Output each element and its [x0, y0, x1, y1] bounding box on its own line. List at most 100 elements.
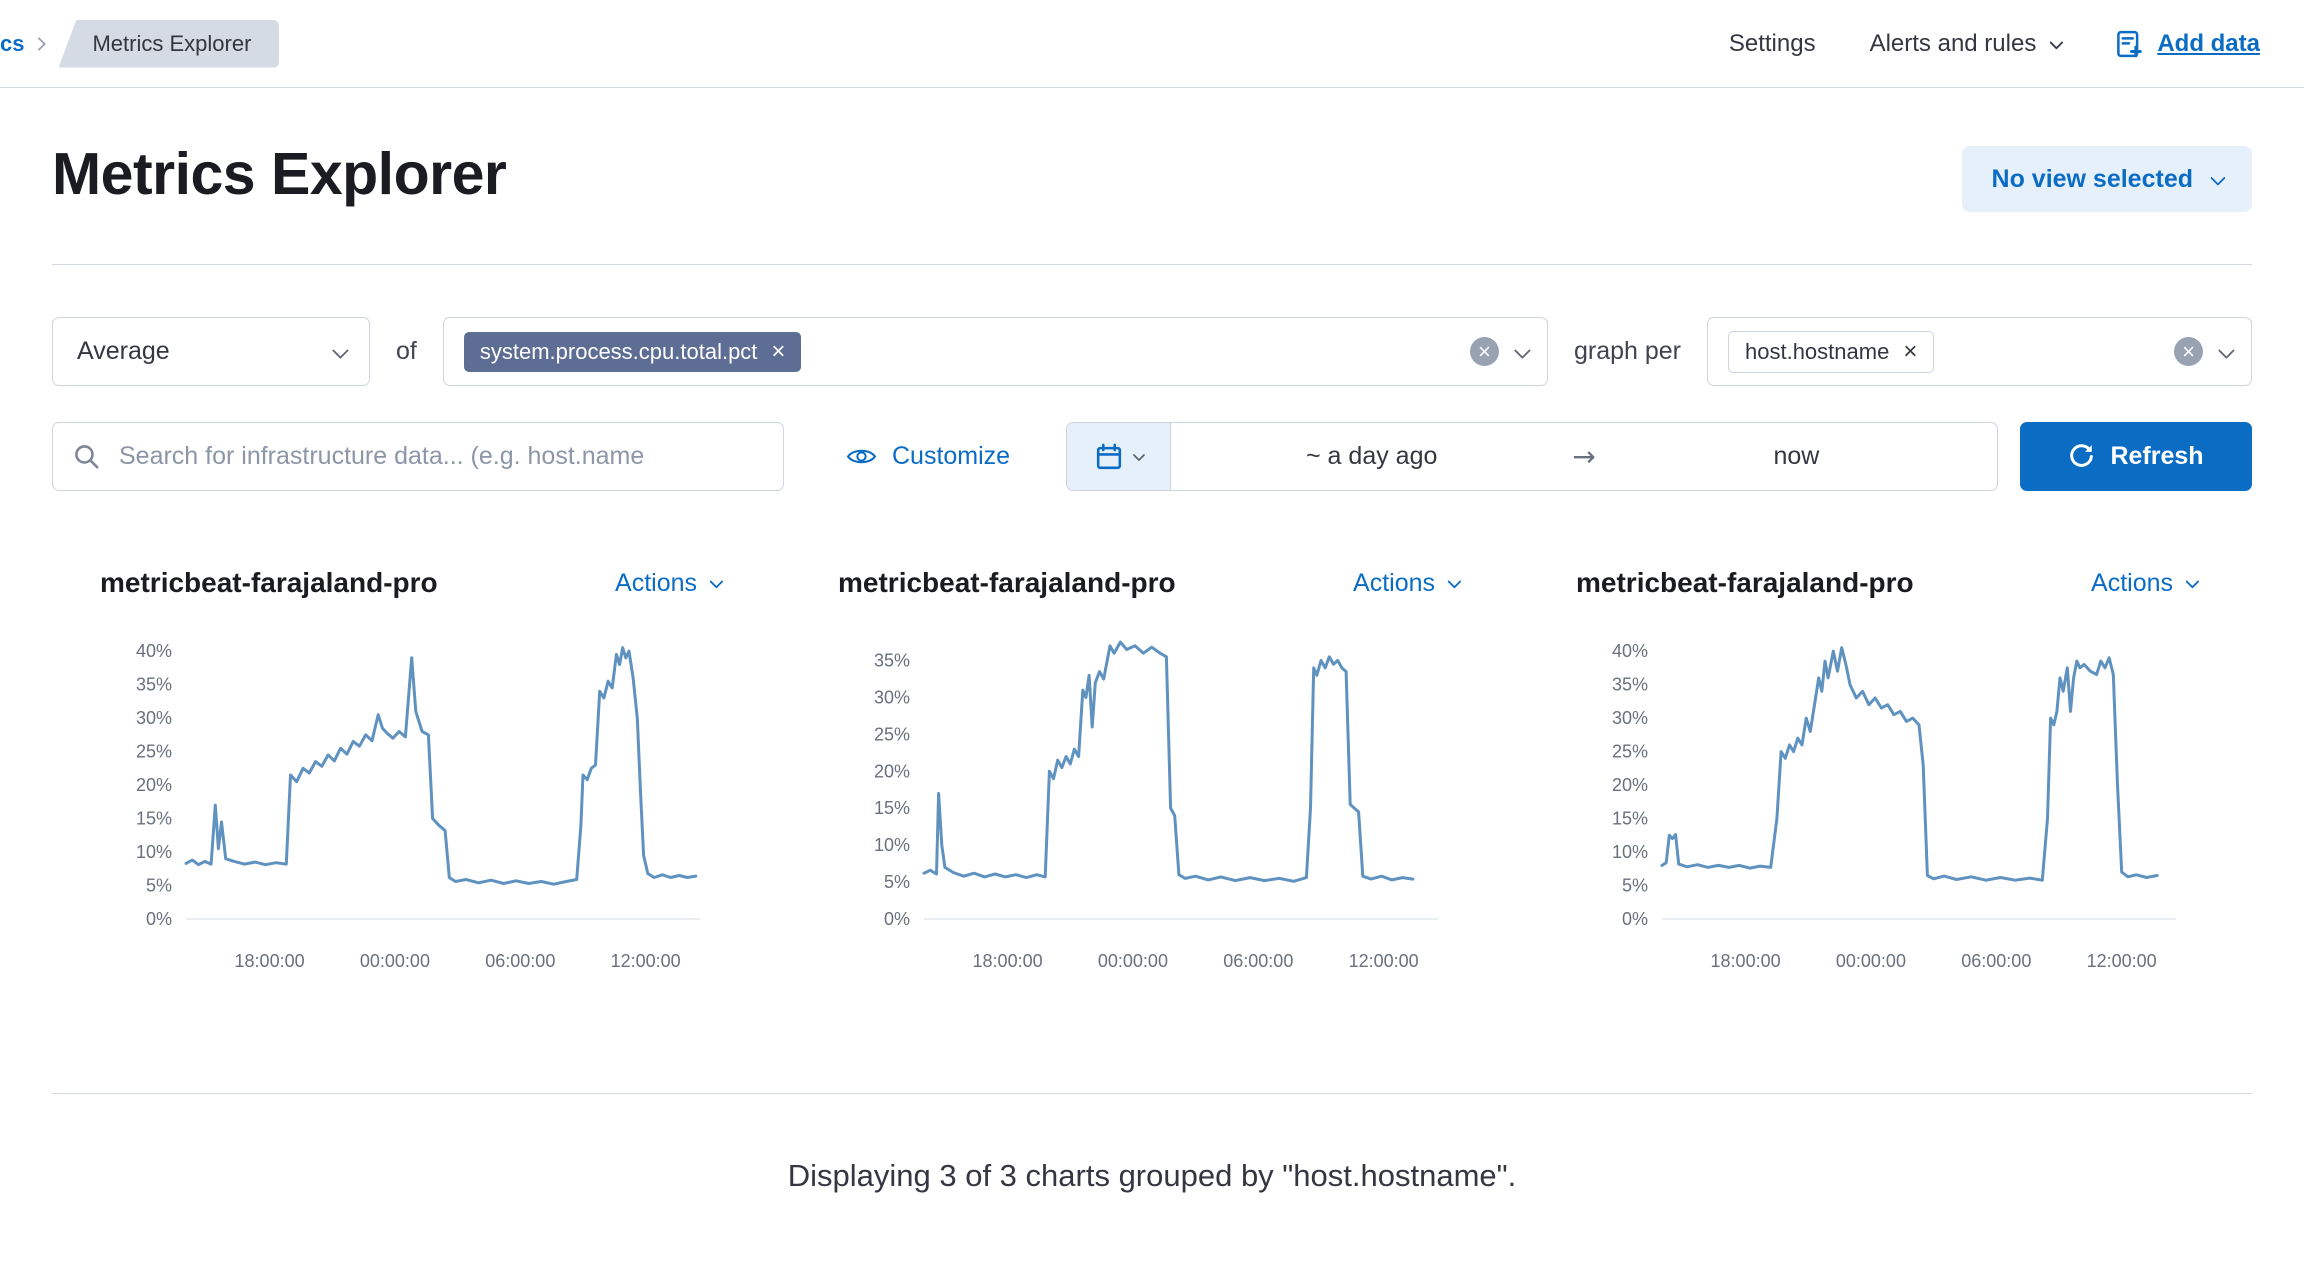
cpu-line-chart: 0%5%10%15%20%25%30%35%40%18:00:0000:00:0… — [1576, 615, 2196, 1021]
refresh-label: Refresh — [2110, 442, 2203, 471]
chevron-down-icon — [1447, 575, 1461, 589]
search-input[interactable] — [117, 441, 763, 472]
date-range-end[interactable]: now — [1596, 423, 1997, 490]
settings-link[interactable]: Settings — [1729, 30, 1816, 58]
aggregation-value: Average — [77, 337, 170, 366]
charts-summary: Displaying 3 of 3 charts grouped by "hos… — [52, 1158, 2252, 1194]
arrow-right-icon — [1572, 423, 1595, 490]
svg-text:20%: 20% — [136, 775, 172, 795]
svg-text:0%: 0% — [884, 909, 910, 929]
chart-header: metricbeat-farajaland-pro Actions — [100, 567, 720, 599]
saved-view-label: No view selected — [1992, 165, 2193, 194]
add-data-label: Add data — [2157, 30, 2260, 58]
svg-text:25%: 25% — [136, 742, 172, 762]
settings-label: Settings — [1729, 30, 1816, 58]
graph-per-label: graph per — [1574, 337, 1681, 366]
svg-text:06:00:00: 06:00:00 — [1223, 951, 1293, 971]
add-data-link[interactable]: Add data — [2114, 29, 2260, 59]
svg-text:5%: 5% — [146, 876, 172, 896]
remove-group-by-icon[interactable] — [1903, 341, 1917, 363]
chevron-down-icon — [2185, 575, 2199, 589]
svg-text:10%: 10% — [136, 842, 172, 862]
chart-title: metricbeat-farajaland-pro — [838, 567, 1176, 599]
chart-actions-menu[interactable]: Actions — [615, 569, 720, 598]
customize-button[interactable]: Customize — [846, 442, 1010, 471]
of-label: of — [396, 337, 417, 366]
group-by-pill-label: host.hostname — [1745, 341, 1889, 363]
chevron-down-icon — [709, 575, 723, 589]
search-icon — [73, 443, 101, 471]
refresh-button[interactable]: Refresh — [2020, 422, 2252, 491]
svg-text:20%: 20% — [1612, 775, 1648, 795]
date-range-start[interactable]: ~ a day ago — [1171, 423, 1572, 490]
chart-title: metricbeat-farajaland-pro — [1576, 567, 1914, 599]
cpu-line-chart: 0%5%10%15%20%25%30%35%18:00:0000:00:0006… — [838, 615, 1458, 1021]
aggregation-select[interactable]: Average — [52, 317, 370, 386]
chart-card: metricbeat-farajaland-pro Actions 0%5%10… — [1576, 567, 2196, 1021]
header-divider — [52, 264, 2252, 265]
chart-actions-label: Actions — [2091, 569, 2173, 598]
svg-text:00:00:00: 00:00:00 — [1098, 951, 1168, 971]
remove-metric-icon[interactable] — [771, 341, 785, 363]
metric-pill[interactable]: system.process.cpu.total.pct — [464, 332, 802, 372]
svg-text:20%: 20% — [874, 761, 910, 781]
breadcrumb-current[interactable]: Metrics Explorer — [58, 20, 279, 68]
svg-text:0%: 0% — [146, 909, 172, 929]
chevron-down-icon[interactable] — [2218, 342, 2235, 359]
svg-text:5%: 5% — [1622, 876, 1648, 896]
svg-text:18:00:00: 18:00:00 — [235, 951, 305, 971]
eye-icon — [846, 445, 877, 468]
svg-text:35%: 35% — [136, 675, 172, 695]
svg-text:40%: 40% — [136, 641, 172, 661]
chevron-down-icon — [332, 342, 349, 359]
breadcrumb-separator-icon — [32, 36, 46, 50]
svg-text:5%: 5% — [884, 872, 910, 892]
metric-controls-row: Average of system.process.cpu.total.pct … — [52, 317, 2252, 386]
svg-text:10%: 10% — [874, 835, 910, 855]
clear-metrics-icon[interactable] — [1470, 337, 1499, 366]
chart-card: metricbeat-farajaland-pro Actions 0% 5% 10… — [100, 567, 720, 1021]
page-title: Metrics Explorer — [52, 140, 506, 208]
top-nav-bar: cs Metrics Explorer Settings Alerts and … — [0, 0, 2304, 88]
clear-group-by-icon[interactable] — [2174, 337, 2203, 366]
search-controls-row: Customize ~ a day ago now Refresh — [52, 422, 2252, 491]
page-header: Metrics Explorer No view selected — [52, 140, 2252, 212]
chart-actions-label: Actions — [1353, 569, 1435, 598]
chart-header: metricbeat-farajaland-pro Actions — [1576, 567, 2196, 599]
metric-combobox[interactable]: system.process.cpu.total.pct — [443, 317, 1548, 386]
chevron-down-icon — [1133, 449, 1146, 462]
chart-actions-menu[interactable]: Actions — [2091, 569, 2196, 598]
svg-text:18:00:00: 18:00:00 — [973, 951, 1043, 971]
svg-text:30%: 30% — [874, 687, 910, 707]
chart-card: metricbeat-farajaland-pro Actions 0% 5% 10… — [838, 567, 1458, 1021]
svg-text:40%: 40% — [1612, 641, 1648, 661]
footer-divider — [52, 1093, 2252, 1094]
group-by-pill[interactable]: host.hostname — [1728, 331, 1934, 373]
svg-text:30%: 30% — [136, 708, 172, 728]
chart-actions-menu[interactable]: Actions — [1353, 569, 1458, 598]
svg-text:35%: 35% — [874, 651, 910, 671]
svg-text:12:00:00: 12:00:00 — [611, 951, 681, 971]
breadcrumb-previous[interactable]: cs — [0, 31, 24, 57]
saved-view-selector-button[interactable]: No view selected — [1962, 146, 2252, 212]
svg-text:10%: 10% — [1612, 842, 1648, 862]
calendar-icon — [1095, 443, 1123, 471]
svg-text:00:00:00: 00:00:00 — [360, 951, 430, 971]
chevron-down-icon — [2050, 35, 2064, 49]
chart-actions-label: Actions — [615, 569, 697, 598]
alerts-and-rules-menu[interactable]: Alerts and rules — [1870, 30, 2061, 58]
date-range-picker: ~ a day ago now — [1066, 422, 1998, 491]
svg-text:00:00:00: 00:00:00 — [1836, 951, 1906, 971]
quick-select-date-button[interactable] — [1067, 423, 1171, 490]
chevron-down-icon[interactable] — [1514, 342, 1531, 359]
svg-text:30%: 30% — [1612, 708, 1648, 728]
chevron-down-icon — [2210, 170, 2226, 186]
breadcrumb: cs Metrics Explorer — [0, 20, 279, 68]
add-data-icon — [2114, 29, 2144, 59]
chart-title: metricbeat-farajaland-pro — [100, 567, 438, 599]
refresh-icon — [2068, 443, 2095, 470]
search-box[interactable] — [52, 422, 784, 491]
charts-row: metricbeat-farajaland-pro Actions 0% 5% 10… — [52, 567, 2252, 1021]
group-by-combobox[interactable]: host.hostname — [1707, 317, 2252, 386]
top-nav-actions: Settings Alerts and rules Add data — [1729, 29, 2260, 59]
